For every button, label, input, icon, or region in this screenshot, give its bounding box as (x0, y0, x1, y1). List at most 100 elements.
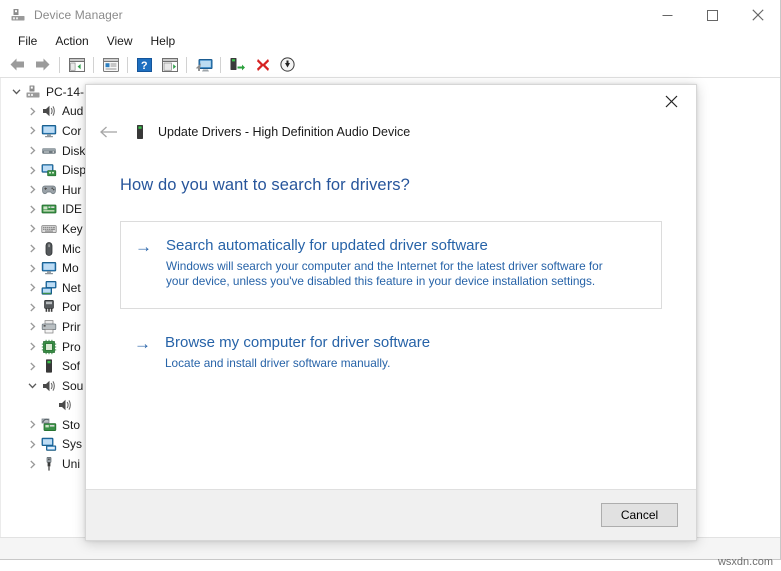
speaker-icon (56, 397, 74, 413)
chevron-right-icon[interactable] (24, 283, 40, 292)
chevron-right-icon[interactable] (24, 166, 40, 175)
separator (127, 57, 128, 73)
keyboard-icon (40, 221, 58, 237)
action-pane-icon[interactable] (157, 54, 182, 76)
printer-icon (40, 319, 58, 335)
chevron-right-icon[interactable] (24, 264, 40, 273)
tree-node-label: PC-14- (46, 85, 84, 99)
ide-controller-icon (40, 201, 58, 217)
menu-view[interactable]: View (98, 32, 142, 50)
arrow-right-icon: → (134, 333, 165, 371)
window-title: Device Manager (34, 8, 123, 22)
separator (220, 57, 221, 73)
maximize-icon[interactable] (690, 0, 735, 30)
tree-node-label: Sof (62, 359, 80, 373)
chevron-right-icon[interactable] (24, 362, 40, 371)
dialog-close-icon[interactable] (649, 86, 694, 116)
properties-icon[interactable] (98, 54, 123, 76)
titlebar: Device Manager (0, 0, 780, 30)
cancel-button[interactable]: Cancel (601, 503, 678, 527)
tree-node-label: Sto (62, 418, 80, 432)
tree-node-label: Cor (62, 124, 81, 138)
network-adapter-icon (40, 280, 58, 296)
window-controls (645, 0, 780, 30)
option-content: Search automatically for updated driver … (166, 236, 645, 290)
dialog-header: Update Drivers - High Definition Audio D… (86, 117, 696, 147)
mouse-icon (40, 241, 58, 257)
minimize-icon[interactable] (645, 0, 690, 30)
hid-icon (40, 182, 58, 198)
browse-my-computer-option[interactable]: → Browse my computer for driver software… (120, 333, 662, 371)
chevron-right-icon[interactable] (24, 224, 40, 233)
option-row: → Search automatically for updated drive… (135, 236, 645, 290)
tree-node-label: Pro (62, 340, 81, 354)
tree-node-label: Por (62, 300, 81, 314)
dialog-close-row (86, 85, 696, 117)
chevron-down-icon[interactable] (8, 87, 24, 96)
device-manager-icon (9, 6, 27, 24)
tree-node-label: Uni (62, 457, 80, 471)
option-description: Windows will search your computer and th… (166, 259, 606, 290)
option-title[interactable]: Search automatically for updated driver … (166, 236, 645, 256)
chevron-right-icon[interactable] (24, 460, 40, 469)
back-arrow-icon[interactable] (94, 118, 122, 146)
tree-node-label: Prir (62, 320, 81, 334)
tree-node-label: Disp (62, 163, 86, 177)
chevron-right-icon[interactable] (24, 440, 40, 449)
dialog-footer: Cancel (86, 489, 696, 540)
menu-file[interactable]: File (9, 32, 46, 50)
svg-text:?: ? (141, 60, 148, 72)
scan-monitor-icon[interactable] (191, 54, 216, 76)
red-x-icon[interactable] (250, 54, 275, 76)
chevron-down-icon[interactable] (24, 381, 40, 390)
tree-node-label: Mo (62, 261, 79, 275)
separator (93, 57, 94, 73)
system-device-icon (40, 436, 58, 452)
arrow-right-icon: → (135, 236, 166, 290)
option-description: Locate and install driver software manua… (165, 356, 605, 371)
option-title[interactable]: Browse my computer for driver software (165, 333, 646, 353)
back-arrow-icon[interactable] (5, 54, 30, 76)
close-icon[interactable] (735, 0, 780, 30)
monitor-icon (40, 123, 58, 139)
tree-node-label: IDE (62, 202, 82, 216)
separator (186, 57, 187, 73)
tree-node-label: Aud (62, 104, 83, 118)
chevron-right-icon[interactable] (24, 126, 40, 135)
monitor-icon (40, 260, 58, 276)
software-device-icon (40, 358, 58, 374)
forward-arrow-icon[interactable] (30, 54, 55, 76)
option-content: Browse my computer for driver software L… (165, 333, 646, 371)
separator (59, 57, 60, 73)
menu-action[interactable]: Action (46, 32, 97, 50)
tree-node-label: Hur (62, 183, 81, 197)
watermark: wsxdn.com (718, 556, 773, 568)
menu-help[interactable]: Help (142, 32, 185, 50)
chevron-right-icon[interactable] (24, 185, 40, 194)
tree-node-label: Disk (62, 144, 85, 158)
toolbar: ? (0, 52, 780, 78)
chevron-right-icon[interactable] (24, 303, 40, 312)
down-arrow-circle-icon[interactable] (275, 54, 300, 76)
update-drivers-dialog: Update Drivers - High Definition Audio D… (85, 84, 697, 541)
chevron-right-icon[interactable] (24, 420, 40, 429)
tree-node-label: Sou (62, 379, 83, 393)
search-automatically-option[interactable]: → Search automatically for updated drive… (120, 221, 662, 309)
dialog-body: How do you want to search for drivers? →… (86, 147, 696, 489)
left-edge-divider (0, 78, 1, 558)
help-question-icon[interactable]: ? (132, 54, 157, 76)
tree-node-label: Net (62, 281, 81, 295)
disk-icon (40, 143, 58, 159)
update-driver-icon[interactable] (225, 54, 250, 76)
chevron-right-icon[interactable] (24, 342, 40, 351)
chevron-right-icon[interactable] (24, 107, 40, 116)
display-adapter-icon (40, 162, 58, 178)
chevron-right-icon[interactable] (24, 322, 40, 331)
processor-icon (40, 339, 58, 355)
console-tree-icon[interactable] (64, 54, 89, 76)
chevron-right-icon[interactable] (24, 146, 40, 155)
storage-controller-icon (40, 417, 58, 433)
chevron-right-icon[interactable] (24, 205, 40, 214)
chevron-right-icon[interactable] (24, 244, 40, 253)
dialog-question: How do you want to search for drivers? (120, 176, 662, 195)
